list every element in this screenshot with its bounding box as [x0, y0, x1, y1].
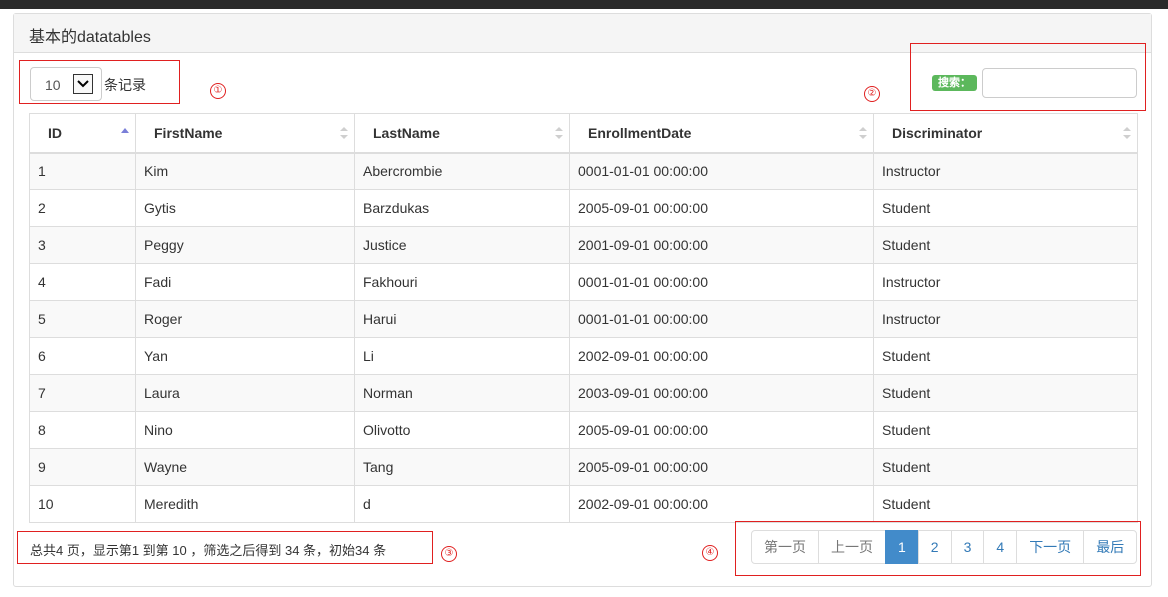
annotation-marker-2: ②	[864, 86, 880, 102]
cell-id: 9	[29, 448, 136, 486]
cell-discriminator: Student	[873, 448, 1138, 486]
search-label: 搜索：	[932, 75, 977, 91]
cell-id: 4	[29, 263, 136, 301]
cell-id: 1	[29, 152, 136, 190]
table-row: 4 Fadi Fakhouri 0001-01-01 00:00:00 Inst…	[29, 263, 1138, 301]
page-1-button[interactable]: 1	[885, 530, 919, 564]
cell-lastname: Norman	[354, 374, 570, 412]
cell-lastname: Fakhouri	[354, 263, 570, 301]
table-row: 9 Wayne Tang 2005-09-01 00:00:00 Student	[29, 448, 1138, 486]
cell-enrollmentdate: 2001-09-01 00:00:00	[569, 226, 874, 264]
prev-page-button[interactable]: 上一页	[818, 530, 886, 564]
table-row: 8 Nino Olivotto 2005-09-01 00:00:00 Stud…	[29, 411, 1138, 449]
table-row: 5 Roger Harui 0001-01-01 00:00:00 Instru…	[29, 300, 1138, 338]
window-top-bar	[0, 0, 1168, 9]
cell-discriminator: Student	[873, 411, 1138, 449]
column-header-label: EnrollmentDate	[588, 124, 692, 141]
pagination: 第一页 上一页 1 2 3 4 下一页 最后	[751, 530, 1138, 564]
cell-lastname: Abercrombie	[354, 152, 570, 190]
annotation-marker-4: ④	[702, 545, 718, 561]
cell-id: 2	[29, 189, 136, 227]
column-header-id[interactable]: ID	[29, 113, 136, 154]
column-header-firstname[interactable]: FirstName	[135, 113, 355, 154]
cell-lastname: Justice	[354, 226, 570, 264]
column-header-discriminator[interactable]: Discriminator	[873, 113, 1138, 154]
cell-firstname: Laura	[135, 374, 355, 412]
cell-discriminator: Instructor	[873, 152, 1138, 190]
cell-enrollmentdate: 2005-09-01 00:00:00	[569, 448, 874, 486]
cell-lastname: Olivotto	[354, 411, 570, 449]
cell-discriminator: Student	[873, 189, 1138, 227]
page-3-button[interactable]: 3	[950, 530, 985, 564]
cell-lastname: Tang	[354, 448, 570, 486]
cell-id: 5	[29, 300, 136, 338]
page-length-label: 条记录	[104, 77, 146, 93]
cell-firstname: Wayne	[135, 448, 355, 486]
column-header-enrollmentdate[interactable]: EnrollmentDate	[569, 113, 874, 154]
sort-both-icon	[859, 127, 867, 139]
cell-enrollmentdate: 2005-09-01 00:00:00	[569, 189, 874, 227]
cell-discriminator: Instructor	[873, 263, 1138, 301]
table-row: 7 Laura Norman 2003-09-01 00:00:00 Stude…	[29, 374, 1138, 412]
cell-enrollmentdate: 0001-01-01 00:00:00	[569, 152, 874, 190]
cell-lastname: Barzdukas	[354, 189, 570, 227]
table-info-text: 总共4 页，显示第1 到第 10 ，筛选之后得到 34 条，初始34 条	[30, 543, 387, 558]
column-header-label: ID	[48, 124, 62, 141]
annotation-marker-1: ①	[210, 83, 226, 99]
cell-firstname: Nino	[135, 411, 355, 449]
last-page-button[interactable]: 最后	[1083, 530, 1138, 564]
table-row: 10 Meredith d 2002-09-01 00:00:00 Studen…	[29, 485, 1138, 523]
cell-discriminator: Instructor	[873, 300, 1138, 338]
cell-discriminator: Student	[873, 226, 1138, 264]
data-table: ID FirstName LastName EnrollmentDate Dis…	[29, 113, 1138, 523]
chevron-down-icon[interactable]	[73, 74, 93, 94]
cell-id: 10	[29, 485, 136, 523]
table-row: 6 Yan Li 2002-09-01 00:00:00 Student	[29, 337, 1138, 375]
sort-asc-icon	[121, 128, 129, 133]
panel-title: 基本的datatables	[29, 29, 151, 46]
sort-both-icon	[1123, 127, 1131, 139]
sort-both-icon	[555, 127, 563, 139]
cell-firstname: Fadi	[135, 263, 355, 301]
page-2-button[interactable]: 2	[917, 530, 952, 564]
search-input[interactable]	[982, 68, 1137, 98]
table-row: 1 Kim Abercrombie 0001-01-01 00:00:00 In…	[29, 152, 1138, 190]
page-length-value: 10	[45, 77, 61, 93]
cell-enrollmentdate: 2002-09-01 00:00:00	[569, 337, 874, 375]
column-header-label: FirstName	[154, 124, 223, 141]
table-row: 2 Gytis Barzdukas 2005-09-01 00:00:00 St…	[29, 189, 1138, 227]
cell-id: 7	[29, 374, 136, 412]
sort-both-icon	[340, 127, 348, 139]
page-4-button[interactable]: 4	[983, 530, 1018, 564]
page-length-select[interactable]: 10	[30, 67, 102, 101]
column-header-label: LastName	[373, 124, 440, 141]
cell-discriminator: Student	[873, 337, 1138, 375]
column-header-label: Discriminator	[892, 124, 983, 141]
cell-discriminator: Student	[873, 374, 1138, 412]
cell-firstname: Kim	[135, 152, 355, 190]
cell-firstname: Yan	[135, 337, 355, 375]
cell-id: 3	[29, 226, 136, 264]
table-header-row: ID FirstName LastName EnrollmentDate Dis…	[29, 113, 1138, 154]
table-row: 3 Peggy Justice 2001-09-01 00:00:00 Stud…	[29, 226, 1138, 264]
first-page-button[interactable]: 第一页	[751, 530, 819, 564]
cell-id: 6	[29, 337, 136, 375]
column-header-lastname[interactable]: LastName	[354, 113, 570, 154]
annotation-marker-3: ③	[441, 546, 457, 562]
cell-enrollmentdate: 0001-01-01 00:00:00	[569, 300, 874, 338]
cell-firstname: Roger	[135, 300, 355, 338]
cell-id: 8	[29, 411, 136, 449]
cell-firstname: Peggy	[135, 226, 355, 264]
cell-lastname: d	[354, 485, 570, 523]
cell-lastname: Li	[354, 337, 570, 375]
cell-enrollmentdate: 0001-01-01 00:00:00	[569, 263, 874, 301]
cell-enrollmentdate: 2003-09-01 00:00:00	[569, 374, 874, 412]
cell-lastname: Harui	[354, 300, 570, 338]
next-page-button[interactable]: 下一页	[1016, 530, 1085, 564]
cell-enrollmentdate: 2005-09-01 00:00:00	[569, 411, 874, 449]
cell-enrollmentdate: 2002-09-01 00:00:00	[569, 485, 874, 523]
cell-discriminator: Student	[873, 485, 1138, 523]
cell-firstname: Meredith	[135, 485, 355, 523]
cell-firstname: Gytis	[135, 189, 355, 227]
